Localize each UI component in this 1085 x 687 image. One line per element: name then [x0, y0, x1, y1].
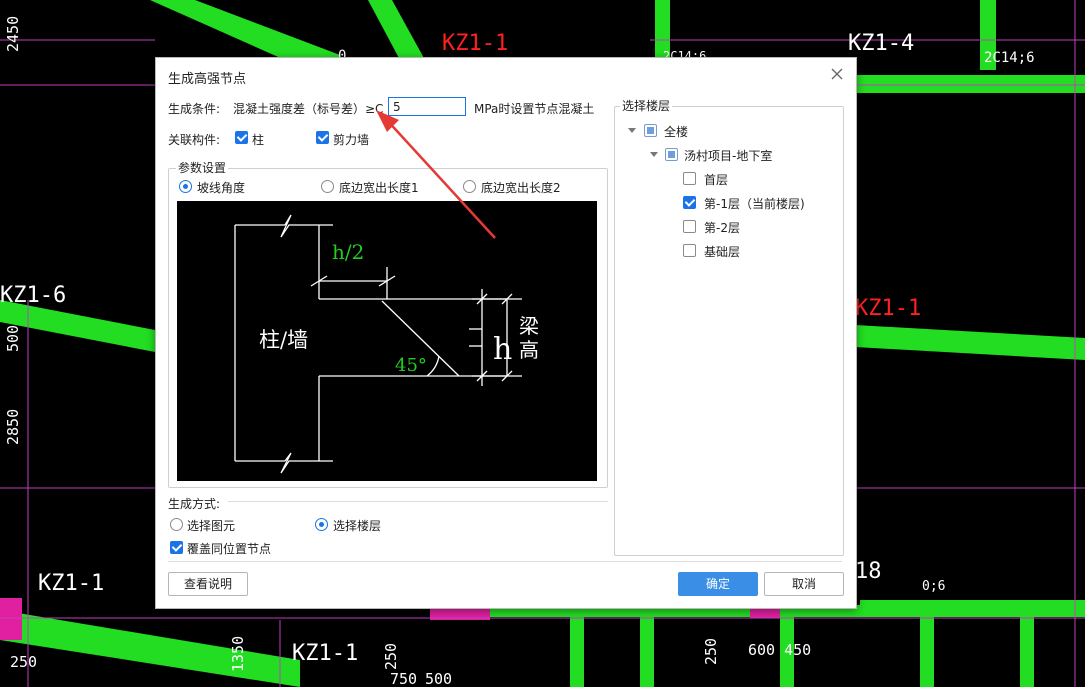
diagram-label-beam-2: 高: [519, 338, 539, 362]
cad-label-kz1-1-top: KZ1-1: [442, 31, 508, 56]
tree-label-basement-1: 第-1层（当前楼层): [704, 197, 805, 211]
tree-checkbox-project[interactable]: [665, 148, 678, 161]
expand-all-floors-icon[interactable]: [628, 128, 636, 133]
radio-bottom-width-2-label: 底边宽出长度2: [481, 181, 561, 195]
tree-label-first-floor: 首层: [704, 173, 729, 187]
beam-bottom-col2: [640, 605, 654, 687]
tree-checkbox-foundation[interactable]: [683, 244, 696, 257]
generate-high-strength-node-dialog: 生成高强节点 生成条件: 混凝土强度差（标号差）≥C MPa时设置节点混凝土 关…: [155, 57, 857, 609]
cad-label-kz1-1-right: KZ1-1: [855, 296, 921, 321]
tree-label-project: 汤村项目-地下室: [684, 149, 773, 163]
column-bottom-left: [0, 598, 22, 640]
beam-diagonal-top-mid: [368, 0, 425, 60]
beam-bottom-col5: [1020, 605, 1034, 687]
radio-slope-angle[interactable]: [179, 180, 192, 193]
checkbox-override-nodes-label: 覆盖同位置节点: [187, 542, 272, 556]
radio-select-element-label: 选择图元: [187, 519, 236, 533]
cad-dim-500-bottom: 500: [425, 670, 452, 687]
tree-checkbox-basement-2[interactable]: [683, 220, 696, 233]
cancel-button[interactable]: 取消: [764, 572, 844, 596]
cad-dim-250-a: 250: [382, 643, 400, 670]
cad-label-2c14-6: 2C14;6: [984, 50, 1035, 66]
tree-label-foundation: 基础层: [704, 245, 741, 259]
diagram-label-angle: 45°: [395, 355, 427, 376]
cad-label-0-6: 0;6: [922, 579, 945, 594]
checkbox-column[interactable]: [235, 131, 248, 144]
radio-bottom-width-1[interactable]: [321, 180, 334, 193]
dialog-title: 生成高强节点: [168, 72, 247, 87]
condition-text: 混凝土强度差（标号差）≥C: [233, 102, 384, 116]
cad-label-kz1-1-left: KZ1-1: [38, 571, 104, 596]
tree-label-whole-building: 全楼: [664, 125, 689, 139]
tree-checkbox-basement-1[interactable]: [683, 196, 696, 209]
method-title: 生成方式:: [168, 497, 221, 511]
cad-dim-1350: 1350: [229, 636, 247, 672]
beam-bottom-diagonal: [0, 610, 300, 687]
condition-label: 生成条件:: [168, 102, 221, 116]
params-group-title: 参数设置: [176, 159, 229, 176]
ok-button[interactable]: 确定: [678, 572, 758, 596]
related-label: 关联构件:: [168, 133, 221, 147]
strength-difference-input[interactable]: [388, 97, 466, 116]
node-parameter-diagram: h/2 柱/墙 45° h 梁 高: [177, 201, 597, 481]
cad-dim-750: 750: [390, 670, 417, 687]
radio-slope-angle-label: 坡线角度: [197, 181, 246, 195]
radio-select-floor-label: 选择楼层: [333, 519, 382, 533]
beam-bottom-horizontal2: [860, 600, 1085, 614]
cad-label-kz1-4: KZ1-4: [848, 31, 914, 56]
radio-select-element[interactable]: [170, 518, 183, 531]
beam-right-mid: [855, 325, 1085, 360]
cad-label-18: 18: [855, 559, 882, 584]
footer-separator: [168, 561, 842, 562]
cad-dim-250-left: 250: [10, 653, 37, 671]
checkbox-shear-wall[interactable]: [316, 131, 329, 144]
tree-checkbox-whole-building[interactable]: [644, 124, 657, 137]
cad-dim-2450: 2450: [4, 16, 22, 52]
expand-project-icon[interactable]: [650, 152, 658, 157]
method-separator: [228, 501, 608, 502]
cad-label-kz1-6: KZ1-6: [0, 283, 66, 308]
help-button[interactable]: 查看说明: [168, 572, 248, 596]
radio-bottom-width-2[interactable]: [463, 180, 476, 193]
cad-dim-500-left: 500: [4, 325, 22, 352]
cad-dim-250-b: 250: [702, 638, 720, 665]
diagram-label-half-h: h/2: [332, 240, 364, 264]
tree-label-basement-2: 第-2层: [704, 221, 740, 235]
diagram-label-h: h: [493, 332, 512, 367]
floor-selection-group: [614, 106, 844, 556]
checkbox-override-nodes[interactable]: [170, 541, 183, 554]
tree-checkbox-first-floor[interactable]: [683, 172, 696, 185]
cad-label-kz1-1-bottom: KZ1-1: [292, 641, 358, 666]
diagram-label-beam-1: 梁: [519, 314, 539, 338]
floor-selection-title: 选择楼层: [620, 97, 673, 114]
condition-suffix: MPa时设置节点混凝土: [474, 102, 595, 116]
radio-select-floor[interactable]: [315, 518, 328, 531]
cad-dim-600-450: 600 450: [748, 641, 811, 659]
checkbox-shear-wall-label: 剪力墙: [333, 133, 370, 147]
beam-bottom-col4: [920, 605, 934, 687]
cad-dim-2850: 2850: [4, 409, 22, 445]
beam-bottom-col1: [570, 605, 584, 687]
checkbox-column-label: 柱: [252, 133, 265, 147]
diagram-label-column-wall: 柱/墙: [259, 328, 308, 352]
radio-bottom-width-1-label: 底边宽出长度1: [339, 181, 419, 195]
beam-right-horizontal: [855, 75, 1085, 93]
close-icon[interactable]: [830, 67, 844, 81]
